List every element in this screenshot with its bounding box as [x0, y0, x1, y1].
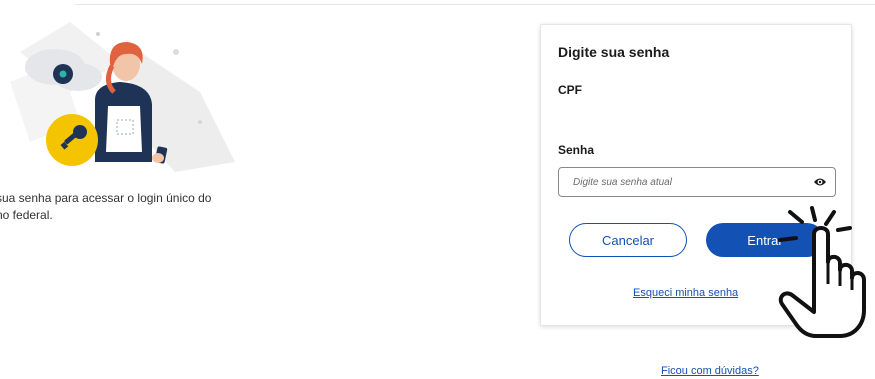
top-divider: [75, 4, 875, 5]
intro-line-1: sua senha para acessar o login único do: [0, 191, 212, 205]
senha-label: Senha: [558, 143, 595, 157]
password-field[interactable]: [558, 167, 836, 197]
card-title: Digite sua senha: [558, 44, 670, 60]
cpf-label: CPF: [558, 83, 582, 97]
forgot-password-link[interactable]: Esqueci minha senha: [633, 287, 738, 299]
intro-text: sua senha para acessar o login único do …: [0, 190, 256, 224]
password-input[interactable]: [559, 168, 813, 196]
intro-line-2: no federal.: [0, 208, 53, 222]
doubts-link[interactable]: Ficou com dúvidas?: [661, 365, 759, 377]
login-illustration: [10, 22, 235, 172]
pointing-hand-icon: [778, 206, 866, 338]
eye-icon[interactable]: [813, 176, 827, 188]
cancel-button[interactable]: Cancelar: [569, 223, 687, 257]
